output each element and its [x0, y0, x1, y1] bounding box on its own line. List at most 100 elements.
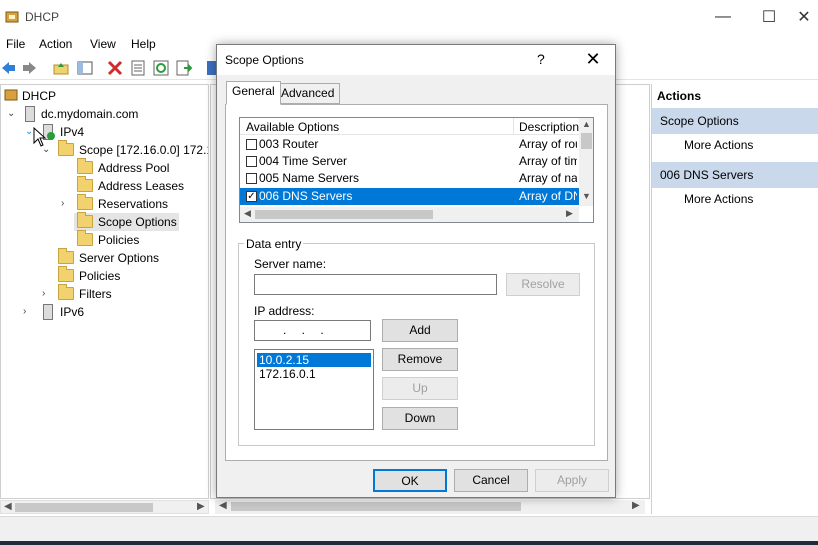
tree-item-server[interactable]: ⌄ dc.mydomain.com	[1, 105, 208, 123]
scroll-thumb[interactable]	[255, 210, 433, 219]
scroll-left-icon[interactable]: ◀	[219, 500, 227, 511]
options-vertical-scrollbar[interactable]: ▲ ▼	[579, 118, 593, 206]
ip-list-item[interactable]: 172.16.0.1	[257, 367, 371, 381]
menu-help[interactable]: Help	[131, 37, 156, 51]
scroll-right-icon[interactable]: ▶	[566, 208, 573, 219]
scroll-up-icon[interactable]: ▲	[582, 119, 591, 129]
resolve-button[interactable]: Resolve	[506, 273, 580, 296]
tree-item-ipv6[interactable]: › IPv6	[1, 303, 208, 321]
tree-item-policies[interactable]: Policies	[1, 266, 208, 285]
scroll-down-icon[interactable]: ▼	[582, 191, 591, 201]
column-divider[interactable]	[513, 118, 514, 135]
more-actions-link[interactable]: More Actions	[684, 192, 753, 206]
tree-item-scope[interactable]: ⌄ Scope [172.16.0.0] 172.16	[1, 140, 208, 159]
ok-button[interactable]: OK	[373, 469, 447, 492]
tree-label: Reservations	[98, 197, 169, 211]
ip-address-list[interactable]: 10.0.2.15 172.16.0.1	[254, 349, 374, 430]
scroll-right-icon[interactable]: ▶	[632, 500, 640, 511]
column-header-description[interactable]: Description	[519, 120, 579, 134]
forward-arrow-icon[interactable]	[22, 60, 38, 76]
scroll-thumb[interactable]	[581, 133, 592, 149]
tree-item-filters[interactable]: › Filters	[1, 284, 208, 303]
add-button[interactable]: Add	[382, 319, 458, 342]
folder-icon	[58, 248, 74, 264]
back-arrow-icon[interactable]	[0, 60, 16, 76]
down-button[interactable]: Down	[382, 407, 458, 430]
server-name-input[interactable]	[254, 274, 497, 295]
close-icon[interactable]: ✕	[579, 47, 607, 71]
menu-view[interactable]: View	[90, 37, 116, 51]
apply-button[interactable]: Apply	[535, 469, 609, 492]
scroll-right-icon[interactable]: ▶	[197, 501, 205, 512]
more-actions-link[interactable]: More Actions	[684, 138, 753, 152]
tree-item-address-pool[interactable]: Address Pool	[1, 158, 208, 177]
tree-item-reservations[interactable]: › Reservations	[1, 194, 208, 213]
option-name: 006 DNS Servers	[259, 189, 353, 203]
tree-horizontal-scrollbar[interactable]: ◀ ▶	[0, 500, 209, 514]
menu-file[interactable]: File	[6, 37, 25, 51]
server-name-label: Server name:	[254, 257, 327, 271]
export-list-icon[interactable]	[176, 60, 192, 76]
help-button[interactable]: ?	[537, 51, 545, 67]
scroll-left-icon[interactable]: ◀	[4, 501, 12, 512]
actions-section-dns-servers[interactable]: 006 DNS Servers	[652, 162, 818, 188]
up-button[interactable]: Up	[382, 377, 458, 400]
scroll-thumb[interactable]	[15, 503, 153, 512]
chevron-right-icon[interactable]: ›	[61, 199, 71, 209]
dhcp-app-icon	[5, 11, 19, 23]
tree-label: Address Pool	[98, 161, 170, 175]
tree-item-dhcp[interactable]: DHCP	[1, 87, 208, 105]
actions-pane: Actions Scope Options More Actions 006 D…	[651, 84, 818, 514]
options-horizontal-scrollbar[interactable]: ◀ ▶	[240, 207, 579, 222]
option-checkbox-checked[interactable]: ✓	[246, 191, 257, 202]
option-checkbox[interactable]	[246, 156, 257, 167]
ip-address-label: IP address:	[254, 304, 315, 318]
cancel-button[interactable]: Cancel	[454, 469, 528, 492]
available-options-list[interactable]: Available Options Description 003 Router…	[239, 117, 594, 223]
details-horizontal-scrollbar[interactable]: ◀ ▶	[215, 500, 645, 514]
option-description: Array of rout	[519, 137, 577, 151]
tab-general[interactable]: General	[226, 81, 281, 105]
menu-action[interactable]: Action	[39, 37, 72, 51]
folder-icon	[58, 266, 74, 282]
ip-list-item-selected[interactable]: 10.0.2.15	[257, 353, 371, 367]
folder-icon	[77, 194, 93, 210]
tree-item-address-leases[interactable]: Address Leases	[1, 176, 208, 195]
option-row[interactable]: 003 Router Array of rout	[240, 136, 579, 153]
option-row[interactable]: 004 Time Server Array of time	[240, 153, 579, 170]
tree-item-ipv4[interactable]: ⌄ IPv4	[1, 123, 208, 147]
tree-item-policies-scope[interactable]: Policies	[1, 230, 208, 249]
close-window-button[interactable]: ✕	[790, 0, 818, 34]
ip-address-input[interactable]: . . .	[254, 320, 371, 341]
scroll-left-icon[interactable]: ◀	[244, 208, 251, 219]
actions-section-scope-options[interactable]: Scope Options	[652, 108, 818, 134]
delete-icon[interactable]	[107, 60, 123, 76]
tree-item-server-options[interactable]: Server Options	[1, 248, 208, 267]
column-header-available-options[interactable]: Available Options	[246, 120, 339, 134]
chevron-down-icon[interactable]: ⌄	[7, 109, 17, 119]
ipv6-server-icon	[43, 304, 53, 320]
chevron-right-icon[interactable]: ›	[23, 307, 33, 317]
option-checkbox[interactable]	[246, 139, 257, 150]
option-name: 003 Router	[259, 137, 319, 151]
tree-item-scope-options[interactable]: Scope Options	[74, 212, 179, 231]
option-description: Array of time	[519, 154, 577, 168]
chevron-down-icon[interactable]: ⌄	[42, 145, 52, 155]
option-row-selected[interactable]: ✓ 006 DNS Servers Array of DN	[240, 188, 579, 205]
show-hide-tree-icon[interactable]	[77, 60, 93, 76]
scroll-thumb[interactable]	[231, 502, 521, 511]
option-checkbox[interactable]	[246, 173, 257, 184]
tree-label: Policies	[79, 269, 121, 283]
chevron-right-icon[interactable]: ›	[42, 289, 52, 299]
maximize-button[interactable]: ☐	[746, 0, 792, 34]
remove-button[interactable]: Remove	[382, 348, 458, 371]
window-title: DHCP	[25, 10, 60, 24]
option-name: 005 Name Servers	[259, 171, 360, 185]
refresh-icon[interactable]	[153, 60, 169, 76]
tree-label: Address Leases	[98, 179, 185, 193]
tab-advanced[interactable]: Advanced	[275, 83, 341, 104]
up-folder-icon[interactable]	[53, 60, 69, 76]
properties-icon[interactable]	[130, 60, 146, 76]
minimize-button[interactable]: —	[700, 0, 746, 34]
option-row[interactable]: 005 Name Servers Array of nam	[240, 170, 579, 187]
